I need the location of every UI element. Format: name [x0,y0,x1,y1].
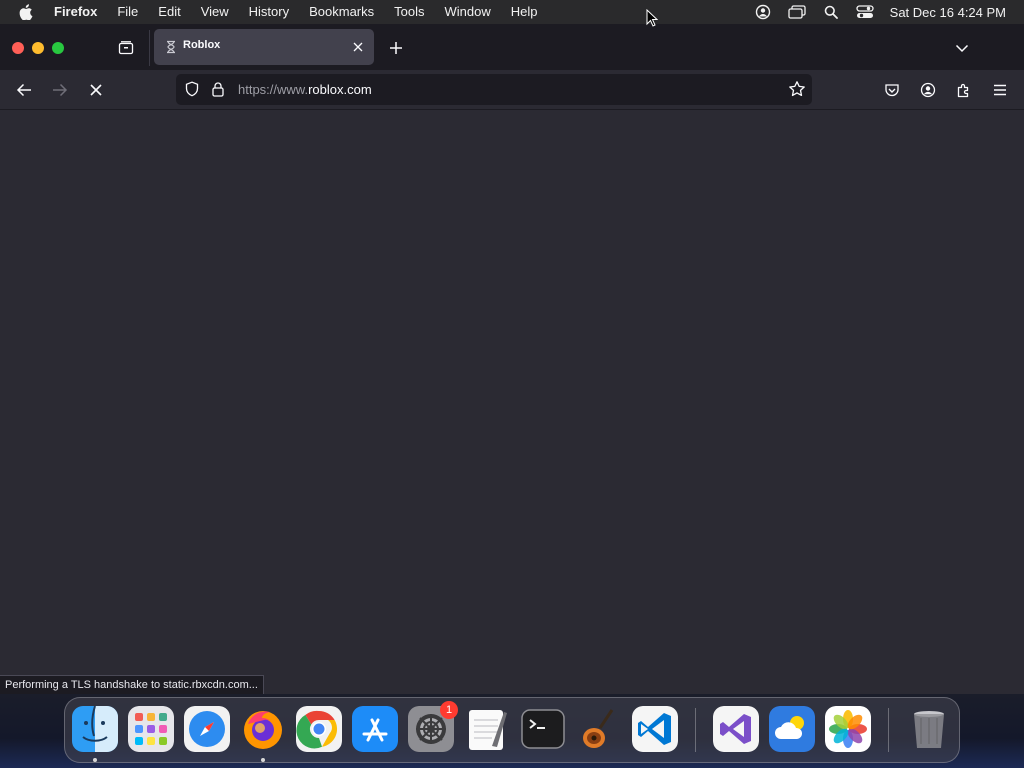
dock-running-indicator [93,758,97,762]
dock-textedit-icon[interactable] [464,706,510,752]
lock-icon[interactable] [210,81,226,97]
dock-vscode-icon[interactable] [632,706,678,752]
pocket-icon [885,84,899,97]
dock-launchpad-icon[interactable] [128,706,174,752]
window-zoom-button[interactable] [52,42,64,54]
dock-photos-icon[interactable] [825,706,871,752]
url-prefix: https://www. [238,82,309,97]
screen: Firefox File Edit View History Bookmarks… [0,0,1024,768]
account-icon [920,82,936,98]
spotlight-search-icon[interactable] [814,0,848,24]
dock-finder-icon[interactable] [72,706,118,752]
menu-view[interactable]: View [191,0,239,24]
tracking-protection-shield-icon[interactable] [184,81,200,97]
menu-file[interactable]: File [107,0,148,24]
window-close-button[interactable] [12,42,24,54]
dock-firefox-icon[interactable] [240,706,286,752]
dock-separator [695,708,696,752]
list-all-tabs-button[interactable] [950,36,974,60]
menu-bookmarks[interactable]: Bookmarks [299,0,384,24]
control-center-icon[interactable] [848,0,882,24]
menu-help[interactable]: Help [501,0,548,24]
dock-separator [888,708,889,752]
tab-title: Roblox [183,39,221,51]
close-icon [353,42,363,52]
navigation-toolbar: https://www.roblox.com [0,70,1024,110]
dock-terminal-icon[interactable] [520,706,566,752]
back-button[interactable] [10,76,38,104]
page-content-area[interactable] [0,111,1024,694]
account-button[interactable] [914,76,942,104]
dock-safari-icon[interactable] [184,706,230,752]
url-domain: roblox.com [308,82,372,97]
tab-bar: Roblox [0,24,1024,70]
url-text[interactable]: https://www.roblox.com [238,82,372,97]
dock-trash-icon[interactable] [906,706,952,752]
stop-icon [90,84,102,96]
new-tab-button[interactable] [384,36,408,60]
puzzle-piece-icon [957,83,969,98]
menu-bar-clock[interactable]: Sat Dec 16 4:24 PM [882,5,1024,20]
hamburger-menu-icon [994,84,1006,96]
menu-window[interactable]: Window [435,0,501,24]
window-minimize-button[interactable] [32,42,44,54]
arrow-left-icon [16,83,31,97]
firefox-view-button[interactable] [110,34,142,62]
stop-loading-button[interactable] [82,76,110,104]
application-menu-button[interactable] [986,76,1014,104]
settings-notification-badge: 1 [440,701,458,719]
extensions-button[interactable] [950,76,978,104]
chevron-down-icon [955,44,969,53]
mouse-cursor-icon [646,9,658,27]
dock-chrome-icon[interactable] [296,706,342,752]
menu-history[interactable]: History [239,0,299,24]
dock-weather-icon[interactable] [769,706,815,752]
menu-app-firefox[interactable]: Firefox [52,0,107,24]
menu-edit[interactable]: Edit [148,0,190,24]
bookmark-star-icon[interactable] [788,80,806,98]
pocket-button[interactable] [878,76,906,104]
forward-button[interactable] [46,76,74,104]
loading-hourglass-icon [167,40,175,54]
tab-roblox[interactable]: Roblox [154,29,374,65]
dock-running-indicator [261,758,265,762]
user-account-icon[interactable] [746,0,780,24]
menu-bar: Firefox File Edit View History Bookmarks… [0,0,1024,24]
dock: 1 [64,697,960,763]
tab-divider [149,30,150,66]
firefox-view-icon [118,41,134,55]
screen-mirroring-icon[interactable] [780,0,814,24]
dock-visual-studio-icon[interactable] [713,706,759,752]
status-panel: Performing a TLS handshake to static.rbx… [0,675,264,695]
arrow-right-icon [53,83,68,97]
dock-app-store-icon[interactable] [352,706,398,752]
plus-icon [390,42,402,54]
apple-menu-icon[interactable] [0,0,52,24]
dock-garageband-icon[interactable] [576,706,622,752]
tab-close-button[interactable] [350,39,366,55]
address-bar[interactable]: https://www.roblox.com [176,74,812,105]
menu-tools[interactable]: Tools [384,0,434,24]
